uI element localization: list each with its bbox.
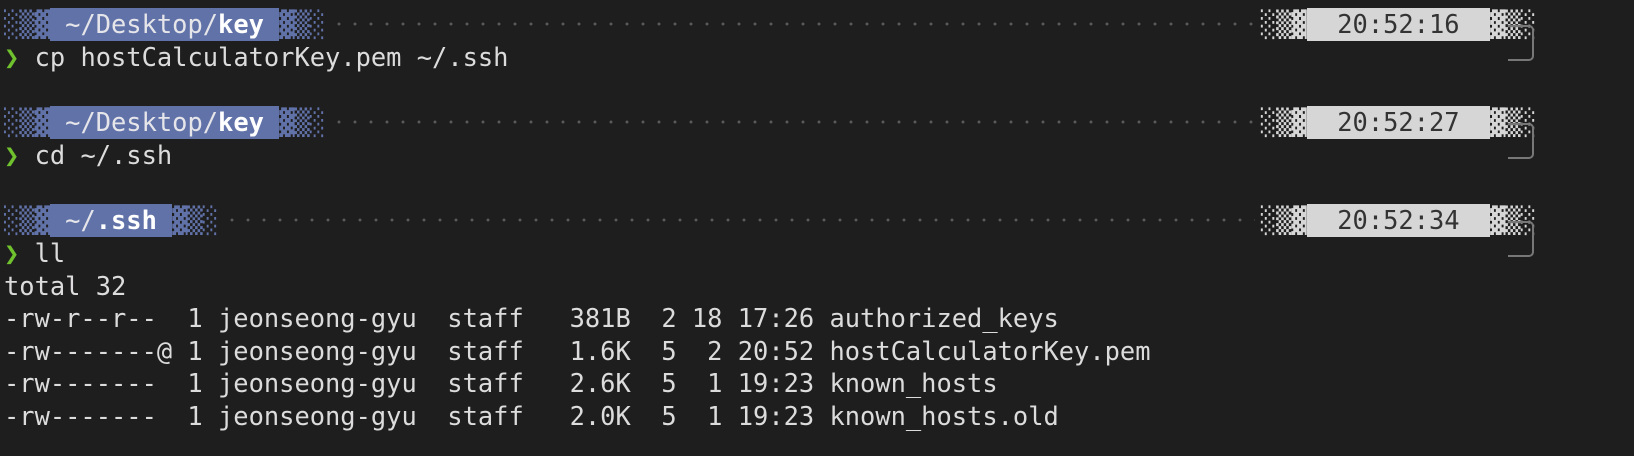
command-line: ❯ cp hostCalculatorKey.pem ~/.ssh bbox=[4, 41, 1634, 74]
prompt-chevron-icon: ❯ bbox=[4, 42, 20, 72]
dotted-filler bbox=[224, 218, 1255, 223]
fade-left-icon: ░▒▓ bbox=[4, 205, 50, 235]
output-line: -rw------- 1 jeonseong-gyu staff 2.0K 5 … bbox=[4, 401, 1059, 431]
path-segment: ░▒▓ ~/.ssh ▓▒░ bbox=[4, 204, 218, 237]
output-line: -rw------- 1 jeonseong-gyu staff 2.6K 5 … bbox=[4, 368, 998, 398]
path-dir: .ssh bbox=[95, 205, 157, 235]
time-segment: ░▒▓ 20:52:27 ▓▒░ bbox=[1260, 106, 1536, 139]
dotted-filler bbox=[331, 22, 1255, 27]
command-line: ❯ cd ~/.ssh bbox=[4, 139, 1634, 172]
path-dir: key bbox=[218, 9, 264, 39]
path-dir: key bbox=[218, 107, 264, 137]
fade-right-icon: ▓▒░ bbox=[279, 9, 326, 39]
prompt-chevron-icon: ❯ bbox=[4, 140, 20, 170]
dotted-filler bbox=[331, 120, 1255, 125]
time-segment: ░▒▓ 20:52:16 ▓▒░ bbox=[1260, 8, 1536, 41]
command-line: ❯ ll bbox=[4, 237, 1634, 270]
fade-right-icon: ▓▒░ bbox=[172, 205, 219, 235]
prompt-chevron-icon: ❯ bbox=[4, 238, 20, 268]
prompt-line: ░▒▓ ~/Desktop/key ▓▒░ ░▒▓ 20:52:16 ▓▒░ bbox=[4, 8, 1536, 41]
path-segment: ░▒▓ ~/Desktop/key ▓▒░ bbox=[4, 8, 325, 41]
fade-left-icon: ░▒▓ bbox=[4, 107, 50, 137]
timestamp: 20:52:27 bbox=[1337, 107, 1460, 137]
timestamp: 20:52:16 bbox=[1337, 9, 1460, 39]
fade-right-icon: ▓▒░ bbox=[279, 107, 326, 137]
command: ll bbox=[34, 238, 66, 268]
path-prefix: ~/Desktop/ bbox=[65, 9, 219, 39]
output-line: -rw-r--r-- 1 jeonseong-gyu staff 381B 2 … bbox=[4, 303, 1059, 333]
command: cd ~/.ssh bbox=[34, 140, 173, 170]
fade-left-icon: ░▒▓ bbox=[4, 9, 50, 39]
time-segment: ░▒▓ 20:52:34 ▓▒░ bbox=[1260, 204, 1536, 237]
command: cp hostCalculatorKey.pem ~/.ssh bbox=[34, 42, 509, 72]
path-prefix: ~/Desktop/ bbox=[65, 107, 219, 137]
prompt-line: ░▒▓ ~/Desktop/key ▓▒░ ░▒▓ 20:52:27 ▓▒░ bbox=[4, 106, 1536, 139]
output-line: -rw-------@ 1 jeonseong-gyu staff 1.6K 5… bbox=[4, 336, 1151, 366]
prompt-line: ░▒▓ ~/.ssh ▓▒░ ░▒▓ 20:52:34 ▓▒░ bbox=[4, 204, 1536, 237]
timestamp: 20:52:34 bbox=[1337, 205, 1460, 235]
output-line: total 32 bbox=[4, 271, 127, 301]
path-segment: ░▒▓ ~/Desktop/key ▓▒░ bbox=[4, 106, 325, 139]
path-prefix: ~/ bbox=[65, 205, 96, 235]
